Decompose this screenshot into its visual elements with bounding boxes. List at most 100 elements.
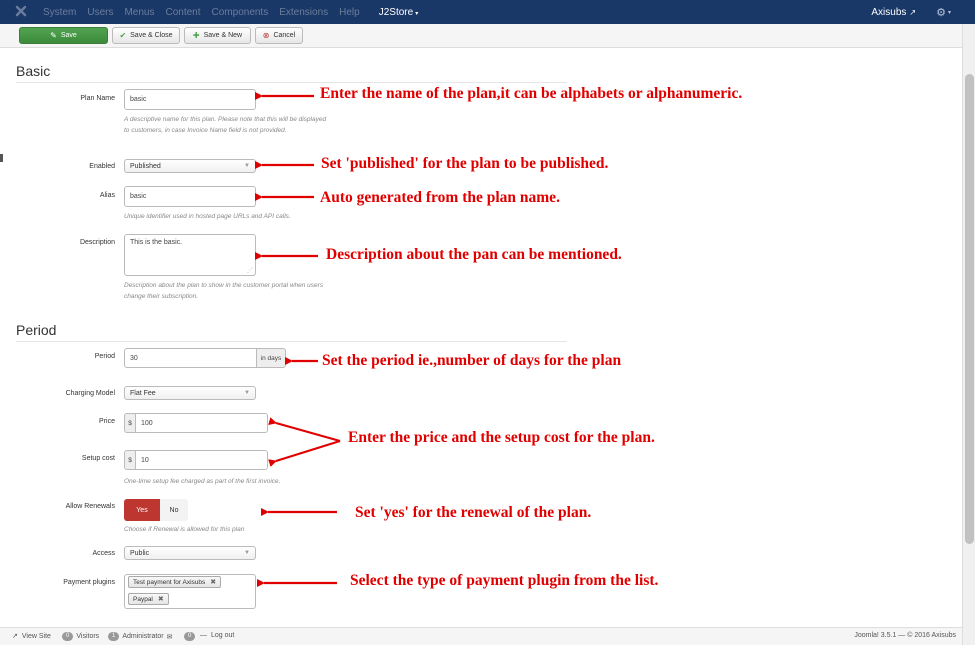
vertical-scrollbar[interactable] bbox=[962, 24, 975, 645]
period-unit-addon: in days bbox=[256, 348, 286, 368]
charging-model-value: Flat Fee bbox=[130, 389, 156, 397]
annotation-plan-name: Enter the name of the plan,it can be alp… bbox=[320, 85, 743, 102]
setup-cost-label: Setup cost bbox=[81, 455, 115, 462]
navbar-right: Axisubs ↗ ⚙ ▾ bbox=[871, 0, 951, 24]
save-button[interactable]: ✎ Save bbox=[19, 27, 108, 44]
enabled-label: Enabled bbox=[89, 163, 115, 170]
main-menu: System Users Menus Content Components Ex… bbox=[43, 0, 429, 24]
resize-grip-icon[interactable]: ⋰ bbox=[247, 267, 253, 274]
access-label: Access bbox=[92, 550, 115, 557]
enabled-value: Published bbox=[130, 162, 161, 170]
chevron-down-icon: ▼ bbox=[244, 163, 250, 169]
allow-renewals-help: Choose if Renewal is allowed for this pl… bbox=[124, 526, 245, 533]
save-new-button[interactable]: ✚ Save & New bbox=[184, 27, 251, 44]
administrator-status[interactable]: 1 Administrator ✉ bbox=[108, 632, 172, 641]
menu-components[interactable]: Components bbox=[212, 7, 269, 18]
version-info: Joomla! 3.5.1 — © 2016 Axisubs bbox=[854, 632, 956, 639]
plus-icon: ✚ bbox=[192, 31, 200, 40]
alias-input[interactable]: basic bbox=[124, 186, 256, 207]
annotation-arrow bbox=[268, 417, 341, 443]
menu-system[interactable]: System bbox=[43, 7, 76, 18]
charging-model-select[interactable]: Flat Fee ▼ bbox=[124, 386, 256, 400]
top-navbar: System Users Menus Content Components Ex… bbox=[0, 0, 975, 24]
view-site-label: View Site bbox=[21, 632, 51, 640]
renewals-yes-button[interactable]: Yes bbox=[124, 499, 160, 521]
setup-cost-input[interactable]: 10 bbox=[135, 450, 268, 470]
caret-down-icon: ▾ bbox=[415, 10, 419, 17]
messages-count-badge: 0 bbox=[184, 632, 196, 641]
external-link-icon: ↗ bbox=[12, 633, 18, 640]
view-site-link[interactable]: ↗ View Site bbox=[12, 632, 51, 641]
annotation-renewals: Set 'yes' for the renewal of the plan. bbox=[355, 504, 592, 521]
annotation-payment: Select the type of payment plugin from t… bbox=[350, 572, 659, 589]
cancel-icon: ⊗ bbox=[262, 31, 270, 40]
period-input[interactable]: 30 bbox=[124, 348, 257, 368]
check-icon: ✔ bbox=[119, 31, 127, 40]
remove-icon[interactable]: ✖ bbox=[158, 595, 164, 603]
annotation-arrow bbox=[268, 439, 341, 467]
admin-count-badge: 1 bbox=[108, 632, 120, 641]
section-divider bbox=[16, 82, 567, 83]
edit-icon: ✎ bbox=[50, 31, 57, 40]
menu-j2store-label: J2Store bbox=[378, 6, 414, 18]
annotation-price: Enter the price and the setup cost for t… bbox=[348, 429, 655, 446]
charging-model-label: Charging Model bbox=[65, 390, 115, 397]
price-input[interactable]: 100 bbox=[135, 413, 268, 433]
enabled-select[interactable]: Published ▼ bbox=[124, 159, 256, 173]
annotation-enabled: Set 'published' for the plan to be publi… bbox=[321, 155, 609, 172]
plan-name-input[interactable]: basic bbox=[124, 89, 256, 110]
section-divider bbox=[16, 341, 567, 342]
plan-name-label: Plan Name bbox=[80, 95, 115, 102]
logout-link[interactable]: — Log out bbox=[200, 632, 234, 639]
save-new-label: Save & New bbox=[203, 32, 243, 39]
logout-label: Log out bbox=[211, 632, 235, 639]
payment-plugin-chip: Test payment for Axisubs ✖ bbox=[128, 576, 222, 588]
site-name-link[interactable]: Axisubs bbox=[871, 7, 906, 18]
description-label: Description bbox=[79, 239, 115, 246]
menu-users[interactable]: Users bbox=[87, 7, 113, 18]
sidebar-toggle-handle[interactable] bbox=[0, 154, 3, 162]
scrollbar-thumb[interactable] bbox=[965, 74, 974, 544]
menu-menus[interactable]: Menus bbox=[124, 7, 154, 18]
setup-cost-help: One-time setup fee charged as part of th… bbox=[124, 478, 281, 485]
chevron-down-icon: ▼ bbox=[244, 390, 250, 396]
annotation-description: Description about the pan can be mention… bbox=[326, 246, 622, 263]
save-button-label: Save bbox=[60, 32, 77, 39]
menu-extensions[interactable]: Extensions bbox=[279, 7, 328, 18]
renewals-no-button[interactable]: No bbox=[160, 499, 188, 521]
joomla-logo-icon[interactable] bbox=[14, 4, 28, 18]
visitors-count-badge: 0 bbox=[62, 632, 74, 641]
status-bar: ↗ View Site 0 Visitors 1 Administrator ✉ 0 —… bbox=[0, 627, 962, 645]
alias-help: Unique identifier used in hosted page UR… bbox=[124, 213, 291, 220]
menu-content[interactable]: Content bbox=[165, 7, 200, 18]
toolbar: ✎ Save ✔ Save & Close ✚ Save & New ⊗ Cancel bbox=[0, 24, 962, 48]
description-textarea[interactable]: This is the basic. ⋰ bbox=[124, 234, 256, 276]
cancel-label: Cancel bbox=[273, 32, 296, 39]
visitors-label: Visitors bbox=[76, 633, 100, 640]
version-label: Joomla! 3.5.1 — © 2016 Axisubs bbox=[854, 632, 956, 639]
cancel-button[interactable]: ⊗ Cancel bbox=[255, 27, 303, 44]
price-label: Price bbox=[99, 418, 115, 425]
payment-plugin-name: Test payment for Axisubs bbox=[133, 578, 206, 586]
menu-help[interactable]: Help bbox=[339, 7, 360, 18]
remove-icon[interactable]: ✖ bbox=[210, 578, 216, 586]
save-close-button[interactable]: ✔ Save & Close bbox=[112, 27, 180, 44]
minus-icon: — bbox=[200, 632, 207, 639]
description-value: This is the basic. bbox=[130, 239, 183, 246]
messages-status[interactable]: 0 bbox=[184, 632, 198, 641]
gear-icon[interactable]: ⚙ bbox=[936, 6, 946, 19]
annotation-period: Set the period ie.,number of days for th… bbox=[322, 352, 622, 369]
menu-j2store[interactable]: J2Store ▾ bbox=[379, 7, 418, 18]
payment-plugins-label: Payment plugins bbox=[63, 579, 115, 586]
annotation-alias: Auto generated from the plan name. bbox=[320, 189, 560, 206]
period-section-title: Period bbox=[16, 322, 57, 338]
access-value: Public bbox=[130, 549, 150, 557]
external-link-icon: ↗ bbox=[909, 7, 917, 17]
basic-section-title: Basic bbox=[16, 63, 51, 79]
payment-plugin-chip: Paypal ✖ bbox=[128, 593, 169, 605]
visitors-status[interactable]: 0 Visitors bbox=[62, 632, 99, 641]
alias-label: Alias bbox=[99, 192, 115, 199]
allow-renewals-label: Allow Renewals bbox=[65, 503, 115, 510]
access-select[interactable]: Public ▼ bbox=[124, 546, 256, 560]
plan-name-help: A descriptive name for this plan. Please… bbox=[124, 116, 327, 134]
